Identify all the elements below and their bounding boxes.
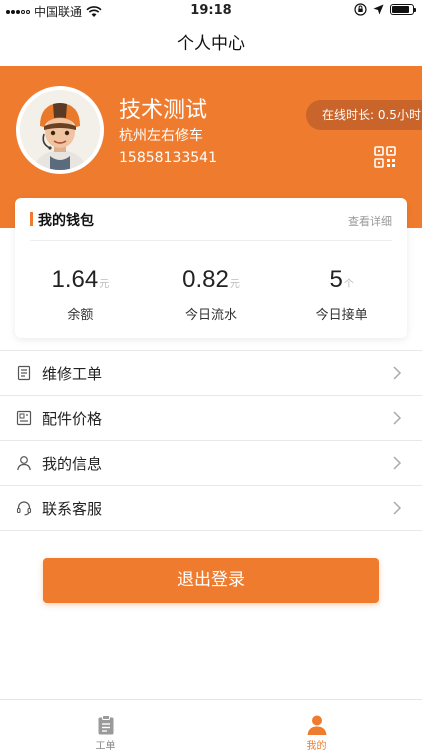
tab-label: 工单 [95,741,116,750]
menu-item-label: 我的信息 [42,455,103,473]
person-icon [307,715,326,735]
online-time-label: 在线时长: 0.5小时 [322,108,421,122]
menu-item-customer-service[interactable]: 联系客服 [0,486,422,531]
menu-item-label: 配件价格 [42,410,103,428]
menu-list: 维修工单 配件价格 我的信息 联系客服 [0,350,422,531]
user-shop: 杭州左右修车 [119,128,203,144]
stat-label: 余额 [67,308,94,323]
tab-orders[interactable]: 工单 [0,700,211,750]
stat-unit: 元 [229,279,240,290]
chevron-right-icon [393,366,402,380]
status-bar: 中国联通 19:18 [0,0,422,22]
wallet-accent-bar [30,212,33,226]
user-phone: 15858133541 [119,150,217,166]
wallet-card: 我的钱包 查看详细 1.64元 余额 0.82元 今日流水 5个 今日接单 [15,198,407,338]
tab-bar: 工单 我的 [0,699,422,750]
parts-price-icon [16,410,32,426]
user-icon [17,456,31,471]
menu-item-parts-price[interactable]: 配件价格 [0,396,422,441]
technician-avatar-icon [20,90,100,170]
tab-mine[interactable]: 我的 [211,700,422,750]
stat-today-flow: 0.82元 今日流水 [146,266,277,323]
chevron-right-icon [393,501,402,515]
stat-balance: 1.64元 余额 [15,266,146,323]
headset-icon [16,501,32,516]
avatar[interactable] [16,86,104,174]
wallet-detail-link[interactable]: 查看详细 [348,213,392,229]
orientation-lock-icon [354,3,367,16]
user-name: 技术测试 [119,98,208,123]
stat-value: 5 [329,266,343,293]
stat-label: 今日流水 [185,308,238,323]
menu-item-my-info[interactable]: 我的信息 [0,441,422,486]
order-list-icon [17,365,31,381]
page-title: 个人中心 [177,34,245,54]
stat-today-orders: 5个 今日接单 [276,266,407,323]
stat-value: 0.82 [182,266,229,293]
clipboard-icon [98,715,113,735]
tab-label: 我的 [306,741,327,750]
battery-icon [390,4,416,15]
status-right [354,3,416,16]
stat-label: 今日接单 [315,308,368,323]
menu-item-repair-orders[interactable]: 维修工单 [0,351,422,396]
menu-item-label: 维修工单 [42,365,103,383]
online-time-badge: 在线时长: 0.5小时 [306,100,422,130]
location-arrow-icon [373,4,384,15]
nav-bar: 个人中心 [0,22,422,66]
qr-code-icon[interactable] [374,146,396,168]
menu-item-label: 联系客服 [42,500,103,518]
stat-unit: 个 [343,279,354,290]
wallet-title: 我的钱包 [38,213,94,229]
wallet-stats: 1.64元 余额 0.82元 今日流水 5个 今日接单 [15,266,407,323]
stat-unit: 元 [99,279,110,290]
stat-value: 1.64 [51,266,99,293]
chevron-right-icon [393,411,402,425]
wallet-header: 我的钱包 查看详细 [30,198,392,241]
logout-button[interactable]: 退出登录 [43,558,379,603]
chevron-right-icon [393,456,402,470]
